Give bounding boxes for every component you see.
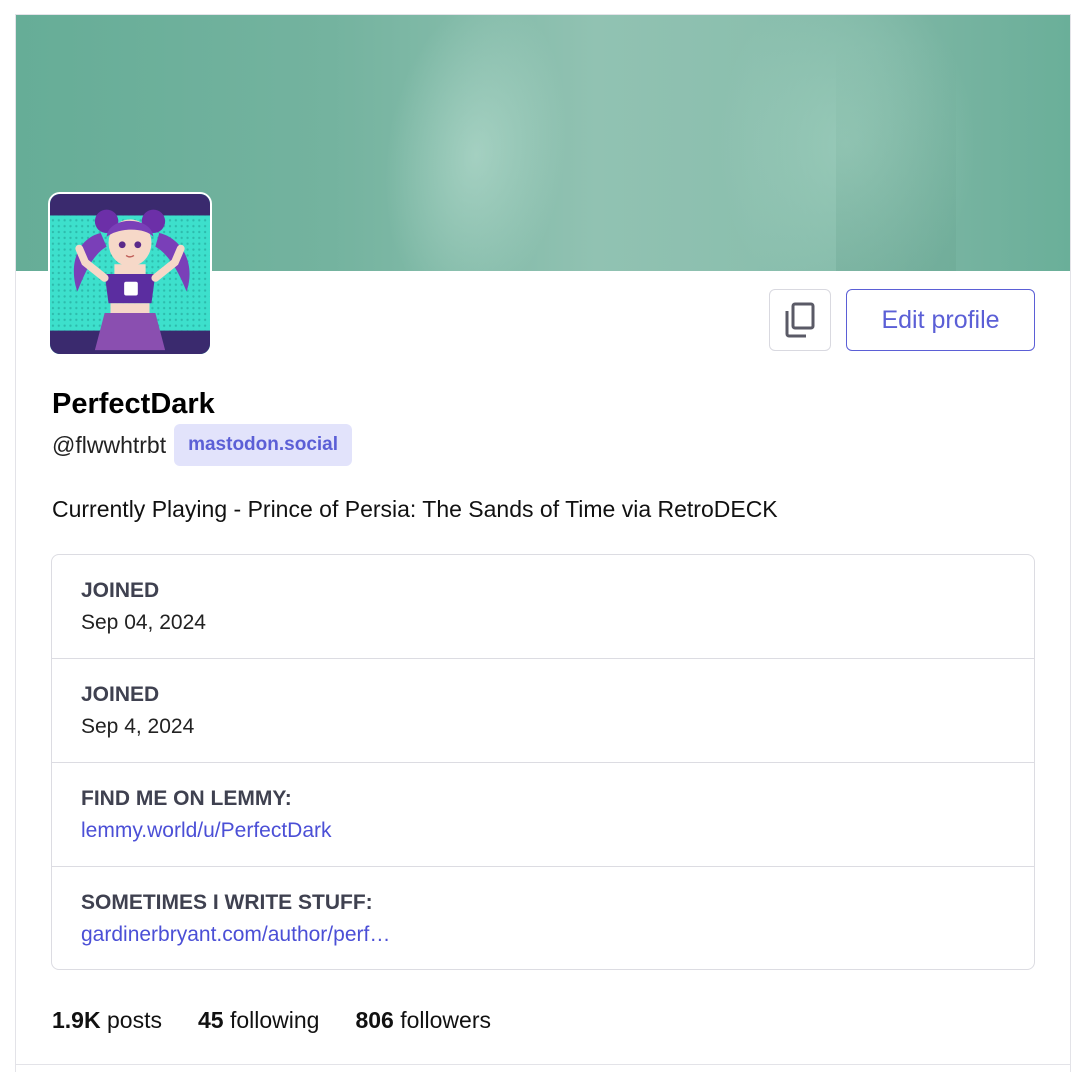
- field-name: JOINED: [81, 579, 160, 602]
- field-value: Sep 04, 2024: [81, 611, 206, 634]
- domain-badge[interactable]: mastodon.social: [174, 424, 353, 466]
- field-name: JOINED: [81, 683, 160, 706]
- copy-icon: [785, 302, 815, 338]
- field-value: Sep 4, 2024: [81, 715, 195, 738]
- edit-profile-button[interactable]: Edit profile: [846, 289, 1035, 351]
- display-name: PerfectDark: [52, 388, 215, 420]
- followers-stat[interactable]: 806 followers: [355, 1007, 491, 1034]
- field-link-website[interactable]: gardinerbryant.com/author/perf…: [81, 922, 1005, 948]
- profile-stats: 1.9K posts 45 following 806 followers: [52, 1007, 527, 1034]
- field-row: SOMETIMES I WRITE STUFF: gardinerbryant.…: [52, 867, 1034, 969]
- following-count: 45: [197, 1007, 224, 1033]
- profile-bio: Currently Playing - Prince of Persia: Th…: [52, 496, 778, 522]
- field-name: SOMETIMES I WRITE STUFF:: [81, 891, 373, 914]
- field-name: FIND ME ON LEMMY:: [81, 787, 292, 810]
- field-row: FIND ME ON LEMMY: lemmy.world/u/PerfectD…: [52, 763, 1034, 867]
- followers-count: 806: [355, 1007, 394, 1033]
- followers-label: followers: [400, 1007, 491, 1033]
- copy-button[interactable]: [769, 289, 831, 351]
- posts-stat[interactable]: 1.9K posts: [52, 1007, 162, 1034]
- avatar[interactable]: [48, 192, 212, 356]
- account-handle: @flwwhtrbt: [52, 431, 167, 458]
- posts-count: 1.9K: [52, 1007, 101, 1033]
- field-link-lemmy[interactable]: lemmy.world/u/PerfectDark: [81, 818, 1005, 844]
- bottom-divider: [15, 1064, 1071, 1065]
- following-stat[interactable]: 45 following: [198, 1007, 319, 1034]
- following-label: following: [229, 1007, 320, 1033]
- profile-fields: JOINED Sep 04, 2024 JOINED Sep 4, 2024 F…: [51, 554, 1035, 970]
- account-handle-row: @flwwhtrbt mastodon.social: [52, 424, 353, 466]
- field-row: JOINED Sep 04, 2024: [52, 555, 1034, 659]
- posts-label: posts: [106, 1007, 162, 1033]
- field-row: JOINED Sep 4, 2024: [52, 659, 1034, 763]
